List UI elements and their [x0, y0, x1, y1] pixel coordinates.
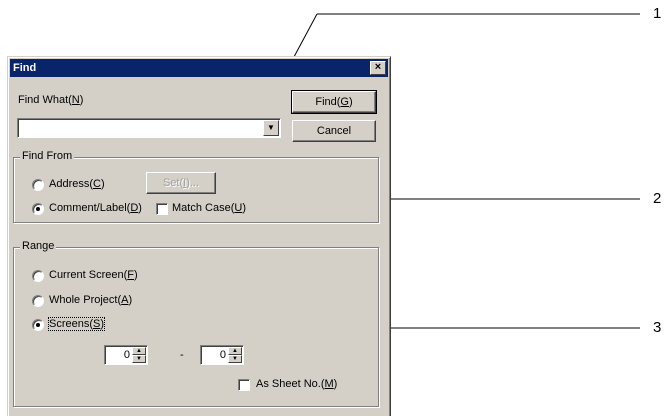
screen-from-spinner[interactable]: 0 ▲ ▼: [104, 345, 148, 365]
address-label[interactable]: Address(C): [49, 178, 105, 190]
screen-to-spinner[interactable]: 0 ▲ ▼: [200, 345, 244, 365]
callout-number-2: 2: [653, 190, 662, 207]
comment-label-radio[interactable]: [32, 203, 44, 215]
range-dash: -: [180, 349, 184, 361]
title-bar[interactable]: Find ×: [10, 59, 388, 77]
screen-from-value: 0: [123, 349, 130, 361]
match-case-label[interactable]: Match Case(U): [172, 202, 246, 214]
find-what-combobox[interactable]: ▼: [17, 118, 281, 138]
current-screen-radio[interactable]: [32, 270, 44, 282]
dropdown-button[interactable]: ▼: [263, 120, 279, 136]
cancel-button[interactable]: Cancel: [292, 120, 376, 142]
chevron-down-icon: ▼: [267, 123, 275, 132]
close-icon: ×: [374, 61, 382, 73]
screen-to-value: 0: [219, 349, 226, 361]
spin-up-button[interactable]: ▲: [228, 347, 242, 355]
spin-arrows-icon[interactable]: ▲ ▼: [228, 347, 242, 363]
as-sheet-label[interactable]: As Sheet No.(M): [256, 378, 337, 390]
callout-number-1: 1: [653, 5, 662, 22]
match-case-checkbox[interactable]: [156, 203, 168, 215]
spin-arrows-icon[interactable]: ▲ ▼: [132, 347, 146, 363]
find-what-label: Find What(N): [18, 94, 84, 106]
as-sheet-checkbox[interactable]: [238, 379, 250, 391]
find-from-title: Find From: [20, 150, 75, 162]
find-dialog: Find × Find What(N) ▼ Find(G) Cancel Fin…: [7, 56, 391, 416]
comment-label-label[interactable]: Comment/Label(D): [49, 202, 142, 214]
set-button[interactable]: Set(I)...: [146, 172, 216, 194]
spin-up-button[interactable]: ▲: [132, 347, 146, 355]
callout-number-3: 3: [653, 319, 662, 336]
screens-radio[interactable]: [32, 319, 44, 331]
whole-project-label[interactable]: Whole Project(A): [49, 294, 132, 306]
dialog-title: Find: [13, 62, 37, 74]
whole-project-radio[interactable]: [32, 295, 44, 307]
address-radio[interactable]: [32, 179, 44, 191]
spin-down-button[interactable]: ▼: [132, 355, 146, 363]
screens-label[interactable]: Screens(S): [47, 317, 106, 331]
find-button[interactable]: Find(G): [291, 90, 377, 114]
close-button[interactable]: ×: [370, 61, 386, 75]
range-title: Range: [20, 240, 57, 252]
current-screen-label[interactable]: Current Screen(F): [49, 269, 138, 281]
spin-down-button[interactable]: ▼: [228, 355, 242, 363]
